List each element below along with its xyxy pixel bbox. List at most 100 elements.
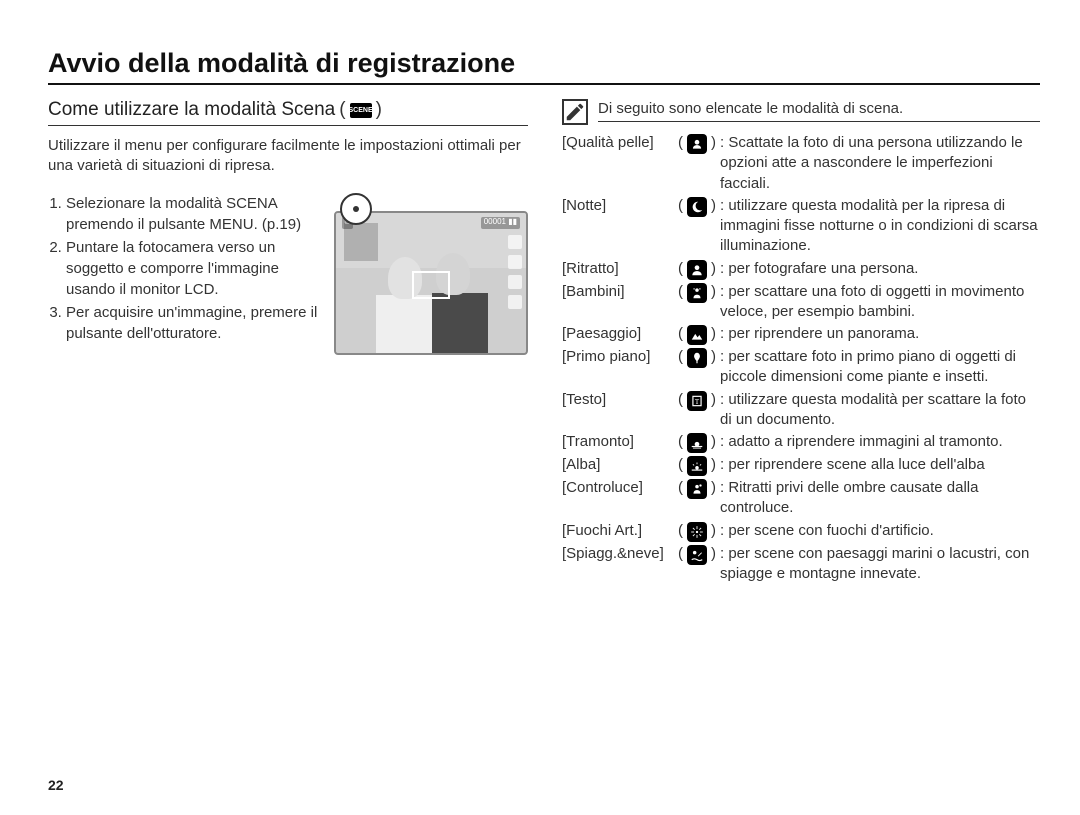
paren-close: )	[711, 455, 716, 475]
scene-row: [Bambini] () : per scattare una foto di o…	[562, 282, 1040, 323]
scene-row: [Testo] () : utilizzare questa modalità p…	[562, 390, 1040, 431]
night-icon	[687, 197, 707, 217]
note-icon	[562, 99, 588, 125]
step-item: Selezionare la modalità SCENA premendo i…	[66, 193, 320, 235]
paren-close: )	[711, 521, 716, 541]
paren-open: (	[678, 133, 683, 153]
scene-description: : Ritratti privi delle ombre causate dal…	[720, 478, 1040, 519]
subheading-paren-close: )	[376, 99, 382, 121]
paren-open: (	[678, 324, 683, 344]
scene-row: [Controluce] () : Ritratti privi delle om…	[562, 478, 1040, 519]
steps-list: Selezionare la modalità SCENA premendo i…	[48, 193, 320, 346]
scene-label: [Notte]	[562, 196, 672, 216]
scene-description: : adatto a riprendere immagini al tramon…	[720, 432, 1040, 452]
scene-row: [Tramonto]() : adatto a riprendere immag…	[562, 432, 1040, 453]
page-title: Avvio della modalità di registrazione	[48, 48, 1040, 79]
scene-body: () : per scattare una foto di oggetti in…	[678, 282, 1040, 323]
scene-body: () : per scene con paesaggi marini o lac…	[678, 544, 1040, 585]
beachsnow-icon	[687, 545, 707, 565]
step-item: Per acquisire un'immagine, premere il pu…	[66, 302, 320, 344]
paren-open: (	[678, 196, 683, 216]
scene-description: : utilizzare questa modalità per la ripr…	[720, 196, 1040, 257]
paren-close: )	[711, 196, 716, 216]
scene-row: [Notte] () : utilizzare questa modalità p…	[562, 196, 1040, 257]
scene-description: : per riprendere scene alla luce dell'al…	[720, 455, 1040, 475]
intro-text: Utilizzare il menu per configurare facil…	[48, 136, 528, 177]
note-text: Di seguito sono elencate le modalità di …	[598, 99, 1040, 122]
paren-close: )	[711, 347, 716, 367]
scene-row: [Qualità pelle]() : Scattate la foto di …	[562, 133, 1040, 194]
paren-open: (	[678, 455, 683, 475]
scene-label: [Paesaggio]	[562, 324, 672, 344]
scene-body: () : utilizzare questa modalità per la r…	[678, 196, 1040, 257]
scene-body: () : per scattare foto in primo piano di…	[678, 347, 1040, 388]
lcd-preview-wrapper: ⌂ 00001 ▮▮	[334, 193, 528, 355]
children-icon	[687, 283, 707, 303]
photo-body-bride	[376, 295, 436, 355]
scene-row: [Primo piano] () : per scattare foto in p…	[562, 347, 1040, 388]
scene-description: : per scattare foto in primo piano di og…	[720, 347, 1040, 388]
paren-open: (	[678, 259, 683, 279]
portrait-icon	[687, 260, 707, 280]
photo-body-groom	[432, 293, 488, 353]
mode-dial-icon	[340, 193, 372, 225]
scene-row: [Spiagg.&neve] () : per scene con paesagg…	[562, 544, 1040, 585]
subheading-paren: (	[339, 99, 345, 121]
scene-description: : per fotografare una persona.	[720, 259, 1040, 279]
paren-open: (	[678, 544, 683, 564]
step-item: Puntare la fotocamera verso un soggetto …	[66, 237, 320, 300]
paren-open: (	[678, 347, 683, 367]
scene-body: () : per riprendere un panorama.	[678, 324, 1040, 345]
scene-mode-icon: SCENE	[350, 103, 372, 118]
scene-body: () : per fotografare una persona.	[678, 259, 1040, 280]
subheading-row: Come utilizzare la modalità Scena ( SCEN…	[48, 99, 528, 126]
af-frame-icon	[412, 271, 450, 299]
title-rule	[48, 83, 1040, 85]
paren-open: (	[678, 521, 683, 541]
paren-open: (	[678, 478, 683, 498]
scene-label: [Testo]	[562, 390, 672, 410]
paren-close: )	[711, 390, 716, 410]
paren-close: )	[711, 259, 716, 279]
pencil-icon	[564, 101, 586, 123]
right-column: Di seguito sono elencate le modalità di …	[562, 99, 1040, 586]
scene-description: : per scattare una foto di oggetti in mo…	[720, 282, 1040, 323]
scene-body: () : utilizzare questa modalità per scat…	[678, 390, 1040, 431]
scene-description: : per scene con paesaggi marini o lacust…	[720, 544, 1040, 585]
scene-label: [Alba]	[562, 455, 672, 475]
text-icon	[687, 391, 707, 411]
paren-open: (	[678, 432, 683, 452]
scene-description: : Scattate la foto di una persona utiliz…	[720, 133, 1040, 194]
paren-close: )	[711, 478, 716, 498]
scene-label: [Primo piano]	[562, 347, 672, 367]
backlight-icon	[687, 479, 707, 499]
scene-description: : utilizzare questa modalità per scattar…	[720, 390, 1040, 431]
scene-description: : per scene con fuochi d'artificio.	[720, 521, 1040, 541]
scene-label: [Controluce]	[562, 478, 672, 498]
osd-side-icon	[508, 255, 522, 269]
paren-open: (	[678, 282, 683, 302]
scene-body: () : per riprendere scene alla luce dell…	[678, 455, 1040, 476]
scene-label: [Tramonto]	[562, 432, 672, 452]
osd-side-icon	[508, 295, 522, 309]
note-row: Di seguito sono elencate le modalità di …	[562, 99, 1040, 125]
dawn-icon	[687, 456, 707, 476]
scene-label: [Bambini]	[562, 282, 672, 302]
paren-close: )	[711, 324, 716, 344]
scene-label: [Fuochi Art.]	[562, 521, 672, 541]
scene-body: () : Ritratti privi delle ombre causate …	[678, 478, 1040, 519]
scene-label: [Spiagg.&neve]	[562, 544, 672, 564]
scene-row: [Ritratto] () : per fotografare una perso…	[562, 259, 1040, 280]
paren-close: )	[711, 544, 716, 564]
steps-and-photo: Selezionare la modalità SCENA premendo i…	[48, 193, 528, 355]
paren-close: )	[711, 282, 716, 302]
paren-open: (	[678, 390, 683, 410]
scene-body: () : per scene con fuochi d'artificio.	[678, 521, 1040, 542]
scene-label: [Ritratto]	[562, 259, 672, 279]
sunset-icon	[687, 433, 707, 453]
osd-side-icon	[508, 275, 522, 289]
scene-row: [Fuochi Art.] () : per scene con fuochi d…	[562, 521, 1040, 542]
columns: Come utilizzare la modalità Scena ( SCEN…	[48, 99, 1040, 586]
scene-row: [Paesaggio] () : per riprendere un panora…	[562, 324, 1040, 345]
subheading: Come utilizzare la modalità Scena	[48, 99, 335, 121]
